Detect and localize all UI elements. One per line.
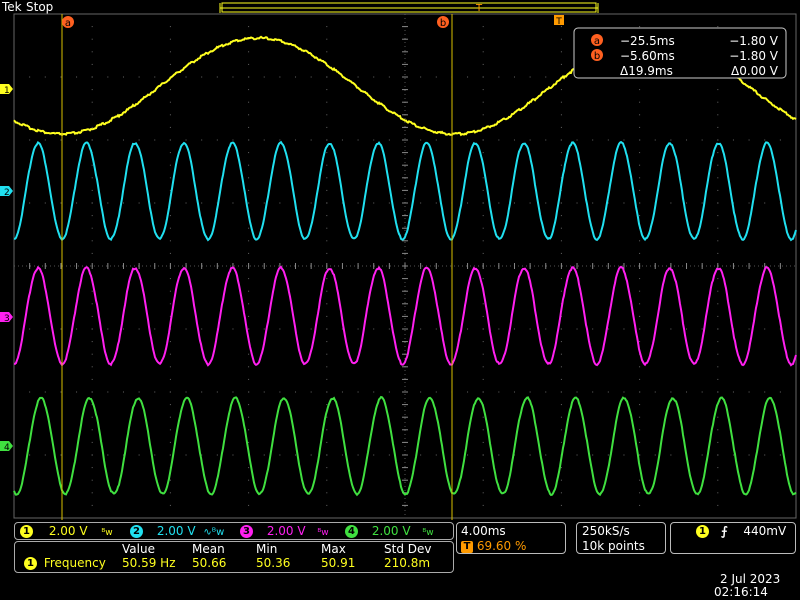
meas-header-max: Max	[321, 542, 346, 556]
cursor-b-badge[interactable]: b	[437, 16, 449, 29]
svg-text:4: 4	[4, 443, 10, 453]
ch4-bandwidth-icon: ᴮw	[422, 528, 434, 538]
sample-rate: 250kS/s	[582, 524, 630, 538]
trigger-level: 440mV	[743, 524, 787, 538]
trigger-readout: 1 ⨍ 440mV	[696, 524, 786, 538]
record-length: 10k points	[582, 539, 645, 553]
cursor-delta-time: Δ19.9ms	[620, 64, 673, 78]
ch3-bandwidth-icon: ᴮw	[317, 528, 329, 538]
meas-max: 50.91	[321, 556, 356, 570]
svg-text:3: 3	[4, 314, 10, 324]
cursor-a-time: −25.5ms	[620, 34, 675, 48]
meas-header-mean: Mean	[192, 542, 225, 556]
svg-text:T: T	[555, 17, 562, 27]
brand-label: Tek	[1, 0, 22, 14]
meas-name: Frequency	[43, 556, 106, 570]
cursor-b-voltage: −1.80 V	[729, 49, 779, 63]
cursor-readout: a −25.5ms −1.80 V b −5.60ms −1.80 V Δ19.…	[573, 27, 787, 79]
meas-source[interactable]: 1 Frequency	[24, 556, 106, 570]
ch1-bandwidth-icon: ᴮw	[101, 528, 113, 538]
timebase: 4.00ms	[461, 524, 506, 538]
ch4-scale[interactable]: 4 2.00 V ᴮw	[345, 524, 434, 538]
channel-1-marker[interactable]: 1	[0, 84, 13, 96]
trigger-position-marker: T	[475, 3, 483, 14]
trigger-source: 1	[696, 525, 709, 538]
svg-text:b: b	[440, 18, 446, 29]
cursor-b-time: −5.60ms	[620, 49, 675, 63]
meas-min: 50.36	[256, 556, 291, 570]
ch3-scale[interactable]: 3 2.00 V ᴮw	[240, 524, 329, 538]
channel-2-waveform	[13, 140, 797, 242]
meas-mean: 50.66	[192, 556, 227, 570]
ch1-scale[interactable]: 1 2.00 V ᴮw	[20, 524, 113, 538]
meas-header-stddev: Std Dev	[384, 542, 432, 556]
ch2-coupling-icon: ∿ᴮw	[203, 527, 225, 538]
cursor-a-badge[interactable]: a	[62, 16, 74, 29]
meas-header-min: Min	[256, 542, 278, 556]
meas-value: 50.59 Hz	[122, 556, 176, 570]
channel-3-marker[interactable]: 3	[0, 312, 13, 324]
svg-text:b: b	[594, 51, 600, 62]
svg-text:1: 1	[4, 86, 10, 96]
meas-header-value: Value	[122, 542, 155, 556]
cursor-delta-voltage: Δ0.00 V	[731, 64, 779, 78]
cursor-a-voltage: −1.80 V	[729, 34, 779, 48]
meas-stddev: 210.8m	[384, 556, 431, 570]
clock-time: 02:16:14	[714, 585, 768, 599]
clock-date: 2 Jul 2023	[720, 572, 781, 586]
trigger-position-icon: T	[461, 540, 473, 553]
svg-text:a: a	[65, 18, 71, 29]
acquisition-state: Stop	[26, 0, 53, 14]
trigger-position: T 69.60 %	[461, 539, 526, 553]
graticule	[13, 13, 797, 519]
svg-text:2: 2	[4, 188, 10, 198]
channel-2-marker[interactable]: 2	[0, 186, 13, 198]
rising-edge-icon: ⨍	[720, 524, 728, 538]
channel-4-marker[interactable]: 4	[0, 441, 13, 453]
trigger-time-marker[interactable]: T	[554, 15, 564, 27]
svg-text:a: a	[594, 36, 600, 47]
ch2-scale[interactable]: 2 2.00 V ∿ᴮw	[130, 524, 224, 538]
oscilloscope-display: Tek Stop T a b T 1 2 3 4 a −25.5ms −1.80…	[0, 0, 800, 520]
